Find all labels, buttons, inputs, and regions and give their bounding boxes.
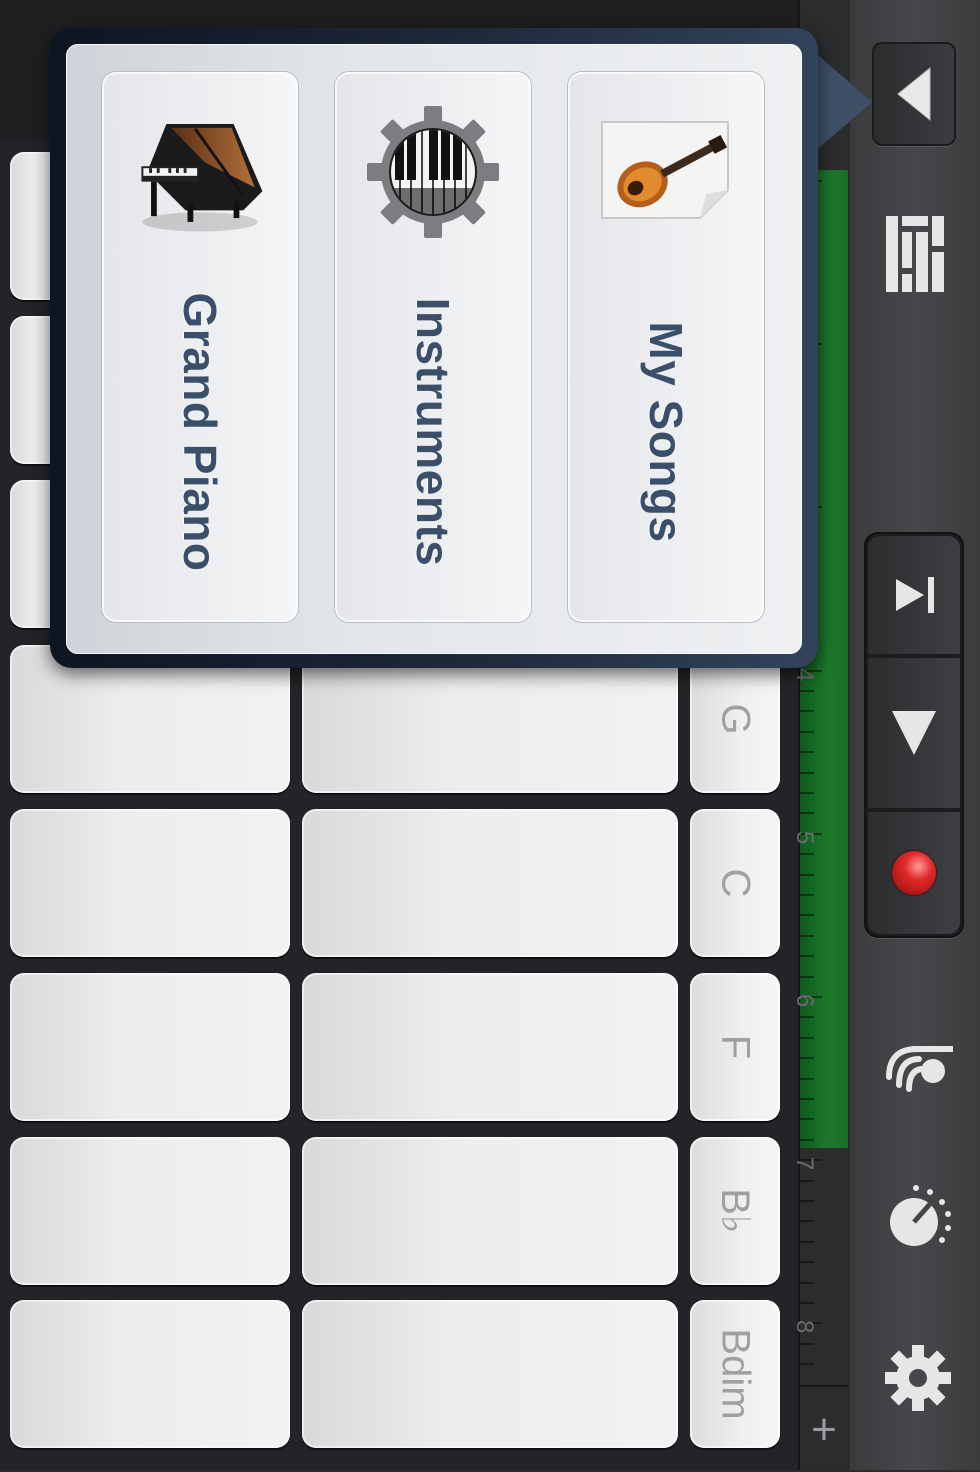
ruler-tick xyxy=(800,853,814,856)
ruler-tick xyxy=(800,873,814,876)
ruler-tick xyxy=(800,1138,814,1141)
control-bar xyxy=(850,0,980,1470)
settings-gear-icon xyxy=(885,1345,951,1411)
bar-number: 6 xyxy=(791,994,818,1008)
bar-number: 4 xyxy=(791,668,818,682)
record-icon xyxy=(892,851,936,895)
metronome-button[interactable] xyxy=(878,1016,954,1096)
ruler-tick xyxy=(800,1281,814,1284)
ruler-tick xyxy=(800,1098,814,1100)
instruments-gear-icon xyxy=(361,102,505,242)
master-volume-button[interactable] xyxy=(878,1180,958,1260)
settings-button[interactable] xyxy=(880,1340,956,1416)
ruler-tick xyxy=(800,710,814,713)
master-volume-knob-icon xyxy=(890,1185,951,1246)
ruler-tick xyxy=(800,914,814,917)
chord-label: Bdim xyxy=(713,1328,758,1420)
ruler-tick xyxy=(800,894,814,896)
ruler-tick xyxy=(800,751,814,754)
menu-item-my-songs[interactable]: My Songs xyxy=(568,72,764,622)
back-arrow-icon xyxy=(897,66,931,122)
back-button[interactable] xyxy=(872,42,956,146)
ruler-tick xyxy=(800,730,814,733)
ruler-tick xyxy=(800,771,814,774)
chord-strip-f-bass[interactable] xyxy=(10,973,290,1121)
ruler-tick xyxy=(800,812,814,815)
chord-strip-bdim-chord[interactable] xyxy=(302,1300,678,1448)
popover-arrow xyxy=(812,50,872,154)
menu-item-label: My Songs xyxy=(640,321,692,543)
bar-number: 5 xyxy=(791,831,818,845)
menu-item-instruments[interactable]: Instruments xyxy=(335,72,531,622)
add-section-button[interactable]: + xyxy=(800,1385,848,1472)
ruler-tick xyxy=(800,1220,814,1223)
chord-button-bb[interactable]: B♭ xyxy=(690,1137,780,1285)
menu-item-label: Grand Piano xyxy=(174,292,226,572)
chord-strip-c-chord[interactable] xyxy=(302,809,678,957)
menu-item-label: Instruments xyxy=(407,297,459,567)
ruler-tick xyxy=(800,934,814,937)
chord-button-f[interactable]: F xyxy=(690,973,780,1121)
ruler-tick xyxy=(800,1077,814,1080)
chord-strip-bb-chord[interactable] xyxy=(302,1137,678,1285)
ruler-tick xyxy=(800,1342,814,1345)
chord-strip-c-bass[interactable] xyxy=(10,809,290,957)
bar-number: 8 xyxy=(791,1320,818,1334)
go-to-start-icon xyxy=(896,577,934,613)
ruler-tick xyxy=(800,1057,814,1060)
transport-controls xyxy=(864,532,964,938)
menu-item-grand-piano[interactable]: Grand Piano xyxy=(102,72,298,622)
ruler-tick xyxy=(800,955,814,958)
record-button[interactable] xyxy=(868,812,960,934)
chord-label: G xyxy=(713,703,758,735)
ruler-tick xyxy=(800,1036,814,1039)
bar-number: 7 xyxy=(791,1157,818,1171)
ruler-tick xyxy=(800,1016,814,1019)
metronome-icon xyxy=(886,1046,953,1092)
tracks-view-button[interactable] xyxy=(880,208,950,300)
ruler-tick xyxy=(800,1363,814,1366)
ruler-tick xyxy=(800,690,814,692)
chord-label: B♭ xyxy=(713,1188,757,1234)
ruler-tick xyxy=(800,1118,814,1121)
garageband-smart-instrument-screen: G C F B♭ Bdim 1 2 3 4 5 xyxy=(0,0,980,1470)
chord-button-c[interactable]: C xyxy=(690,809,780,957)
chord-strip-f-chord[interactable] xyxy=(302,973,678,1121)
ruler-tick xyxy=(800,1240,814,1243)
ruler-tick xyxy=(800,1200,814,1202)
play-icon xyxy=(892,711,936,755)
chord-button-bdim[interactable]: Bdim xyxy=(690,1300,780,1448)
ruler-tick xyxy=(800,1302,814,1304)
chord-label: F xyxy=(713,1034,758,1060)
play-button[interactable] xyxy=(868,658,960,808)
navigation-popover-content: Grand Piano Instruments My Songs xyxy=(66,44,802,654)
chord-strip-bb-bass[interactable] xyxy=(10,1137,290,1285)
grand-piano-icon xyxy=(128,102,272,242)
ruler-tick xyxy=(800,975,814,978)
chord-label: C xyxy=(713,868,758,898)
ruler-tick xyxy=(800,1261,814,1264)
tracks-view-icon xyxy=(886,216,944,292)
chord-strip-bdim-bass[interactable] xyxy=(10,1300,290,1448)
go-to-start-button[interactable] xyxy=(868,536,960,654)
guitar-song-document-icon xyxy=(594,102,738,242)
ruler-tick xyxy=(800,1179,814,1182)
ruler-tick xyxy=(800,792,814,794)
